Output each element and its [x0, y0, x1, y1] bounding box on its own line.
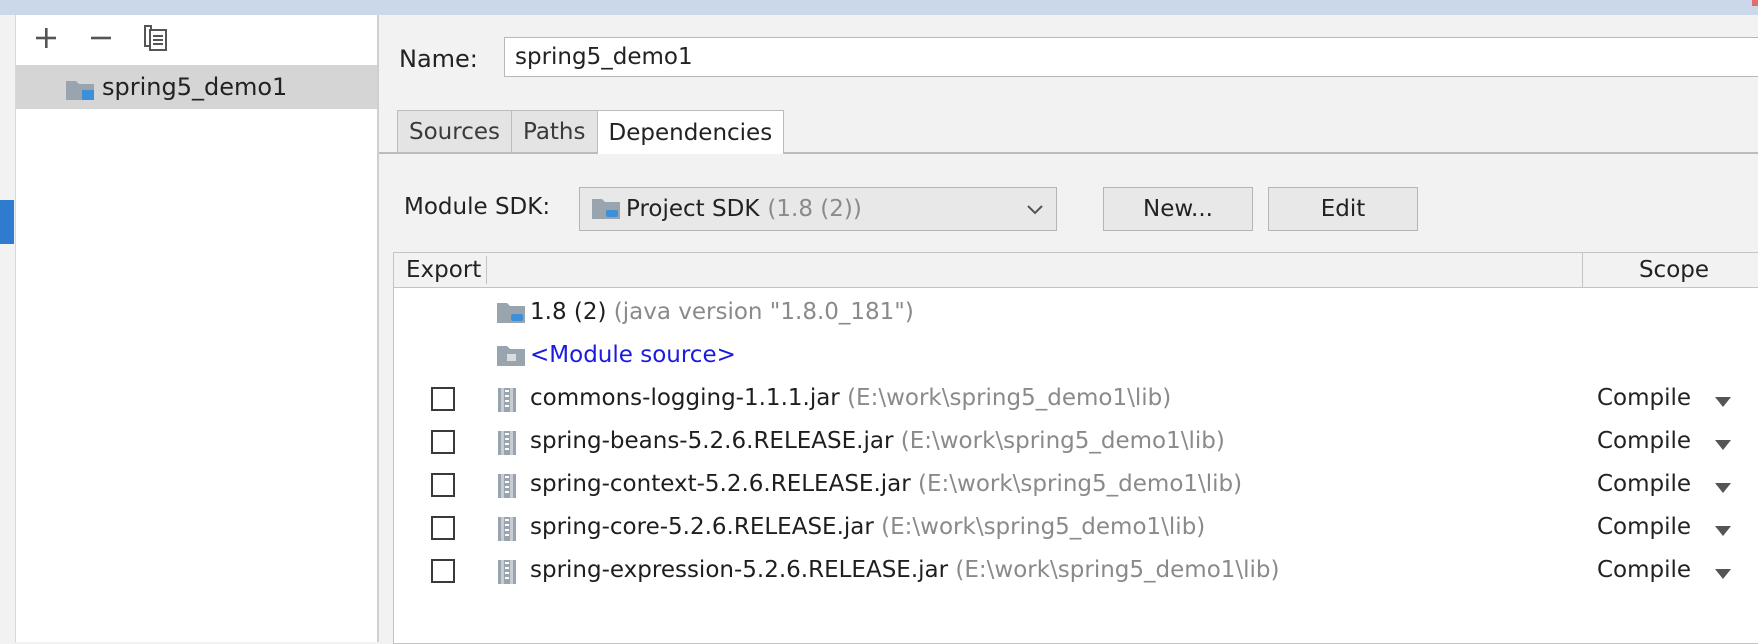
window-top-bar [0, 0, 1758, 15]
module-source-text: <Module source> [530, 342, 736, 368]
dependency-name: spring-context-5.2.6.RELEASE.jar [530, 471, 911, 497]
tabs-divider [379, 152, 1758, 154]
dependency-path: (E:\work\spring5_demo1\lib) [918, 471, 1243, 497]
dependency-path: (E:\work\spring5_demo1\lib) [955, 557, 1280, 583]
scope-column-header[interactable]: Scope [1599, 257, 1749, 283]
export-column-header[interactable]: Export [406, 257, 481, 283]
module-sdk-label: Module SDK: [404, 194, 551, 220]
dependency-path: (E:\work\spring5_demo1\lib) [900, 428, 1225, 454]
sdk-row-text: 1.8 (2) (java version "1.8.0_181") [530, 299, 914, 325]
export-checkbox[interactable] [431, 430, 455, 454]
sdk-detail: (java version "1.8.0_181") [613, 299, 914, 325]
tab-paths[interactable]: Paths [510, 110, 598, 152]
export-checkbox[interactable] [431, 516, 455, 540]
sdk-row[interactable]: 1.8 (2) (java version "1.8.0_181") [394, 289, 1758, 337]
module-sdk-dropdown[interactable]: Project SDK (1.8 (2)) [579, 187, 1057, 231]
dependency-row[interactable]: spring-context-5.2.6.RELEASE.jar (E:\wor… [394, 461, 1758, 509]
modules-toolbar [16, 15, 377, 65]
source-folder-icon [497, 344, 527, 368]
dependency-text: spring-core-5.2.6.RELEASE.jar (E:\work\s… [530, 514, 1205, 540]
tab-dependencies[interactable]: Dependencies [596, 110, 785, 154]
module-tree-item[interactable]: spring5_demo1 [16, 65, 377, 109]
dropdown-arrow-icon[interactable] [1714, 393, 1732, 412]
dependency-name: spring-core-5.2.6.RELEASE.jar [530, 514, 874, 540]
minus-icon[interactable] [86, 23, 116, 53]
dropdown-arrow-icon[interactable] [1714, 522, 1732, 541]
jar-icon [497, 559, 517, 585]
jar-icon [497, 430, 517, 456]
dependency-name: spring-expression-5.2.6.RELEASE.jar [530, 557, 949, 583]
column-separator [1582, 253, 1583, 287]
settings-tabs: Sources Paths Dependencies [397, 110, 785, 154]
dependency-row[interactable]: commons-logging-1.1.1.jar (E:\work\sprin… [394, 375, 1758, 423]
edit-sdk-button[interactable]: Edit [1268, 187, 1418, 231]
module-source-link: <Module source> [530, 342, 736, 368]
column-separator [486, 256, 487, 284]
sdk-selected-detail: (1.8 (2)) [767, 196, 862, 222]
dependency-text: spring-beans-5.2.6.RELEASE.jar (E:\work\… [530, 428, 1225, 454]
dependency-text: commons-logging-1.1.1.jar (E:\work\sprin… [530, 385, 1171, 411]
name-label: Name: [399, 45, 478, 73]
dependency-name: commons-logging-1.1.1.jar [530, 385, 840, 411]
module-name-input[interactable] [504, 37, 1758, 77]
window-corner-mark [1752, 0, 1758, 6]
dependency-row[interactable]: spring-core-5.2.6.RELEASE.jar (E:\work\s… [394, 504, 1758, 552]
sdk-name: 1.8 (2) [530, 299, 607, 325]
copy-icon[interactable] [141, 23, 171, 53]
jar-icon [497, 473, 517, 499]
module-folder-icon [66, 79, 96, 105]
dependencies-table: Export Scope 1.8 (2) (java version "1.8.… [393, 252, 1758, 644]
dependency-row[interactable]: spring-expression-5.2.6.RELEASE.jar (E:\… [394, 547, 1758, 595]
export-checkbox[interactable] [431, 387, 455, 411]
dependency-path: (E:\work\spring5_demo1\lib) [847, 385, 1172, 411]
jar-icon [497, 387, 517, 413]
dependency-row[interactable]: spring-beans-5.2.6.RELEASE.jar (E:\work\… [394, 418, 1758, 466]
dependency-path: (E:\work\spring5_demo1\lib) [881, 514, 1206, 540]
scope-value[interactable]: Compile [1597, 557, 1691, 583]
module-settings: Name: Sources Paths Dependencies Module … [379, 15, 1758, 644]
scope-value[interactable]: Compile [1597, 428, 1691, 454]
new-sdk-button[interactable]: New... [1103, 187, 1253, 231]
export-checkbox[interactable] [431, 559, 455, 583]
module-source-row[interactable]: <Module source> [394, 332, 1758, 380]
export-checkbox[interactable] [431, 473, 455, 497]
sdk-selected-value: Project SDK [626, 196, 760, 222]
scope-value[interactable]: Compile [1597, 385, 1691, 411]
plus-icon[interactable] [31, 23, 61, 53]
left-edge-strip [0, 15, 16, 642]
chevron-down-icon [1024, 196, 1046, 228]
dependency-name: spring-beans-5.2.6.RELEASE.jar [530, 428, 894, 454]
sdk-folder-icon [497, 301, 527, 325]
left-edge-accent [0, 200, 14, 244]
modules-panel: spring5_demo1 [16, 15, 379, 642]
scope-value[interactable]: Compile [1597, 514, 1691, 540]
jar-icon [497, 516, 517, 542]
dropdown-arrow-icon[interactable] [1714, 479, 1732, 498]
dependency-text: spring-context-5.2.6.RELEASE.jar (E:\wor… [530, 471, 1242, 497]
module-name: spring5_demo1 [102, 73, 288, 101]
dependency-text: spring-expression-5.2.6.RELEASE.jar (E:\… [530, 557, 1280, 583]
dropdown-arrow-icon[interactable] [1714, 436, 1732, 455]
dropdown-arrow-icon[interactable] [1714, 565, 1732, 584]
scope-value[interactable]: Compile [1597, 471, 1691, 497]
tab-sources[interactable]: Sources [397, 110, 512, 152]
sdk-folder-icon [592, 197, 622, 221]
table-header: Export Scope [394, 253, 1758, 288]
